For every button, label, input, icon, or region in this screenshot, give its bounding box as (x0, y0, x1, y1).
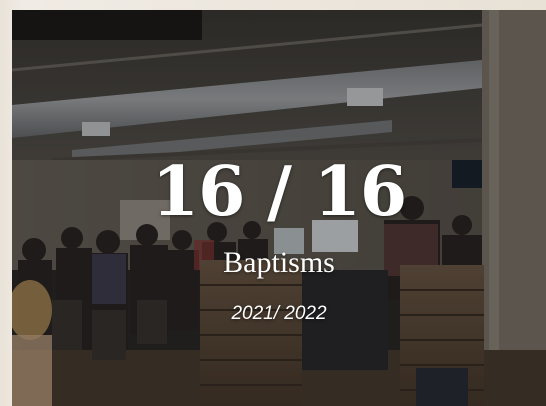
year-range: 2021/ 2022 (231, 303, 327, 324)
baptisms-photo-card: 16 / 16 Baptisms 2021/ 2022 (12, 10, 546, 406)
baptism-label: Baptisms (223, 246, 335, 279)
baptism-count: 16 / 16 (151, 152, 407, 232)
